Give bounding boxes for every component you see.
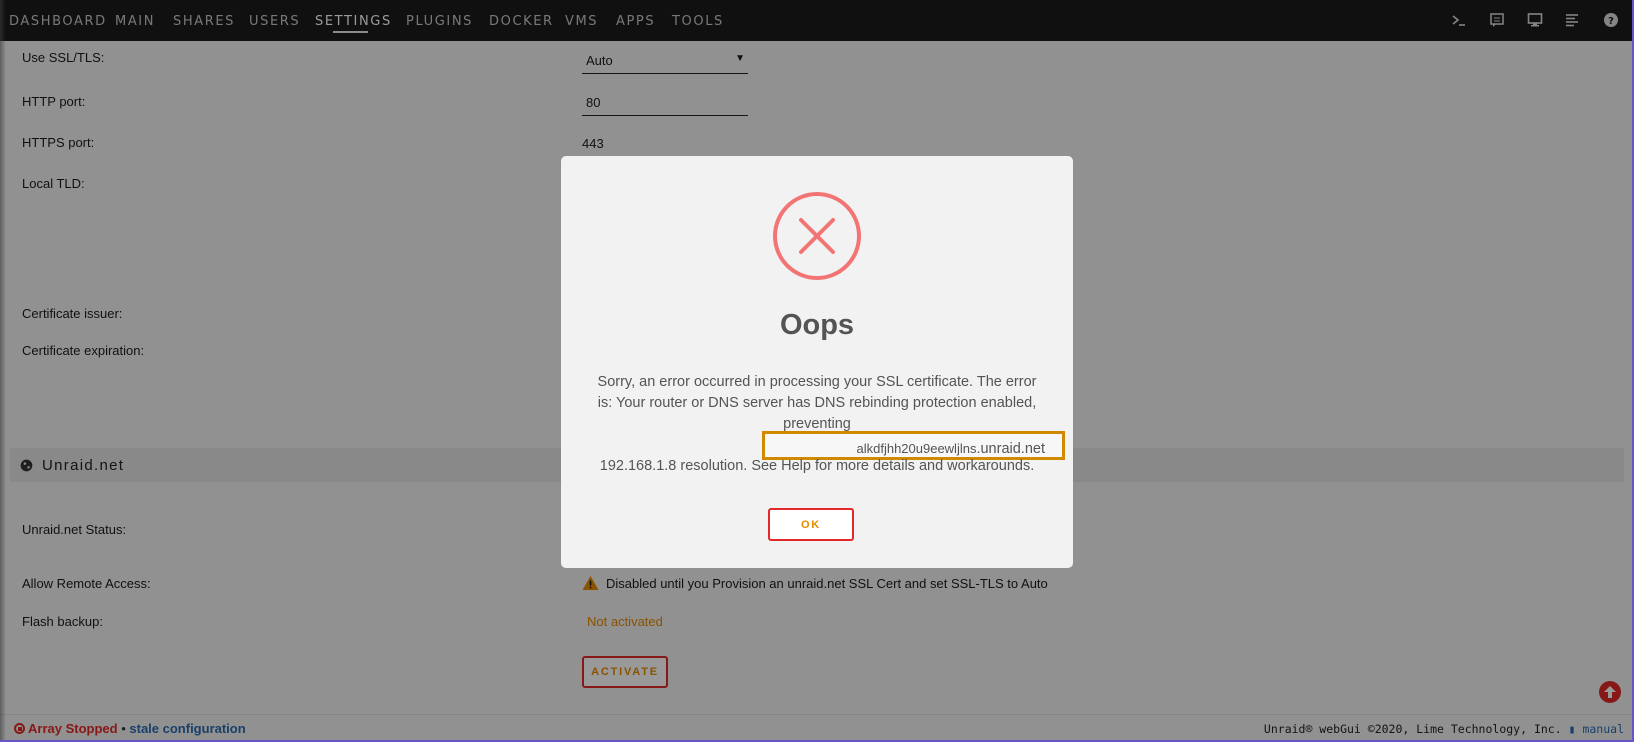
message-line-1: Sorry, an error occurred in processing y… — [597, 374, 1037, 390]
backdrop-edge-shadow — [0, 0, 6, 742]
error-dialog: Oops Sorry, an error occurred in process… — [561, 156, 1073, 568]
hostname-suffix: .unraid.net — [976, 441, 1045, 457]
message-line-2: is: Your router or DNS server has DNS re… — [597, 395, 1037, 411]
hostname-prefix: alkdfjhh20u9eewljlns — [856, 441, 977, 456]
message-line-5: 192.168.1.8 resolution. See Help for mor… — [599, 458, 1035, 474]
error-icon — [773, 192, 861, 280]
ok-button[interactable]: OK — [768, 508, 854, 541]
dialog-title: Oops — [779, 309, 855, 341]
